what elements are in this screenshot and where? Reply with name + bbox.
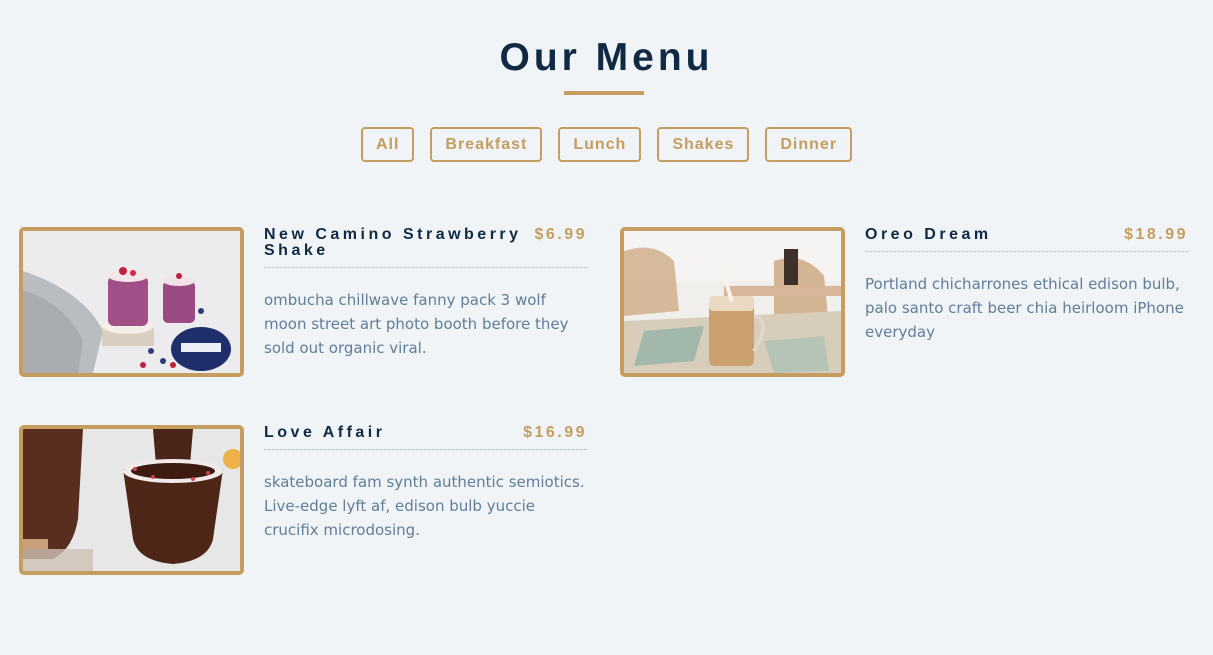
item-header: New Camino Strawberry Shake $6.99 xyxy=(264,227,587,268)
strawberry-shake-photo xyxy=(19,227,244,377)
item-info: New Camino Strawberry Shake $6.99 ombuch… xyxy=(264,227,587,360)
filter-all-button[interactable]: All xyxy=(360,127,415,162)
item-description: skateboard fam synth authentic semiotics… xyxy=(264,473,585,539)
filter-shakes-button[interactable]: Shakes xyxy=(657,127,750,162)
title-underline xyxy=(564,91,644,95)
filter-dinner-button[interactable]: Dinner xyxy=(765,127,853,162)
menu-item: New Camino Strawberry Shake $6.99 ombuch… xyxy=(19,227,587,377)
chocolate-drink-photo xyxy=(19,425,244,575)
item-info: Oreo Dream $18.99 Portland chicharrones … xyxy=(865,227,1188,344)
menu-item: Love Affair $16.99 skateboard fam synth … xyxy=(19,425,587,575)
item-name: Oreo Dream xyxy=(865,226,992,243)
item-price: $18.99 xyxy=(1124,226,1188,243)
item-price: $16.99 xyxy=(523,424,587,441)
iced-coffee-photo xyxy=(620,227,845,377)
filter-lunch-button[interactable]: Lunch xyxy=(558,127,642,162)
filter-breakfast-button[interactable]: Breakfast xyxy=(430,127,543,162)
menu-page: Our Menu All Breakfast Lunch Shakes Dinn… xyxy=(0,0,1213,655)
item-description: Portland chicharrones ethical edison bul… xyxy=(865,275,1184,341)
item-info: Love Affair $16.99 skateboard fam synth … xyxy=(264,425,587,542)
item-header: Oreo Dream $18.99 xyxy=(865,227,1188,252)
item-name: Love Affair xyxy=(264,424,386,441)
menu-item: Oreo Dream $18.99 Portland chicharrones … xyxy=(620,227,1188,377)
item-price: $6.99 xyxy=(534,226,587,243)
item-description: ombucha chillwave fanny pack 3 wolf moon… xyxy=(264,291,569,357)
item-header: Love Affair $16.99 xyxy=(264,425,587,450)
item-name: New Camino Strawberry Shake xyxy=(264,226,522,259)
page-title: Our Menu xyxy=(499,36,714,79)
filter-bar: All Breakfast Lunch Shakes Dinner xyxy=(0,127,1213,162)
